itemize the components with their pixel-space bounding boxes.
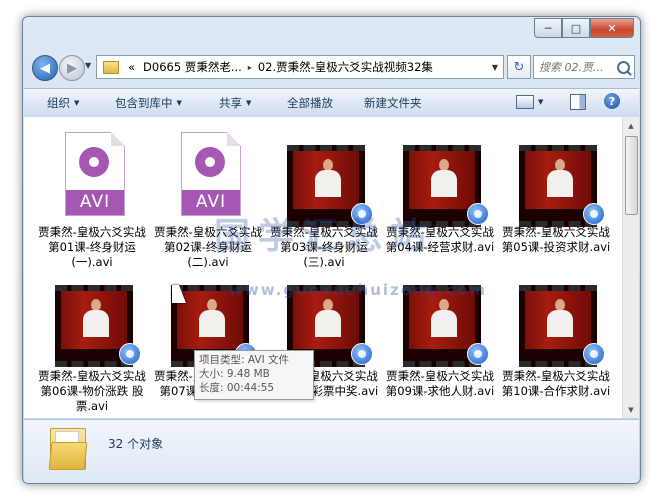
caption-buttons: ─ □ ✕ xyxy=(534,18,634,38)
media-player-icon xyxy=(467,343,489,365)
file-tooltip: 项目类型: AVI 文件 大小: 9.48 MB 长度: 00:44:55 xyxy=(194,350,314,400)
include-in-library-menu[interactable]: 包含到库中 ▼ xyxy=(115,95,182,111)
minimize-button[interactable]: ─ xyxy=(534,18,562,38)
tooltip-type: 项目类型: AVI 文件 xyxy=(199,354,290,366)
recent-pages-dropdown[interactable]: ▼ xyxy=(85,61,91,70)
file-item[interactable]: 贾秉然-皇极六爻实战第03课-终身财运(三).avi xyxy=(268,121,380,271)
file-name: 贾秉然-皇极六爻实战第10课-合作求财.avi xyxy=(501,369,611,398)
file-item[interactable]: 贾秉然-皇极六爻实战第10课-合作求财.avi xyxy=(500,267,612,417)
film-reel-icon xyxy=(79,147,109,177)
film-reel-icon xyxy=(195,147,225,177)
address-dropdown-icon[interactable]: ▼ xyxy=(492,63,498,72)
folder-icon xyxy=(103,60,119,74)
view-options-dropdown[interactable]: ▼ xyxy=(538,98,543,106)
media-player-icon xyxy=(351,343,373,365)
arrow-right-icon: ▶ xyxy=(67,60,77,76)
preview-pane-icon[interactable] xyxy=(570,94,586,110)
share-menu[interactable]: 共享 ▼ xyxy=(219,95,251,111)
refresh-button[interactable]: ↻ xyxy=(507,55,531,79)
back-button[interactable]: ◀ xyxy=(32,55,58,81)
search-icon[interactable] xyxy=(617,60,630,74)
vertical-scrollbar[interactable]: ▲ ▼ xyxy=(622,117,639,418)
new-folder-button[interactable]: 新建文件夹 xyxy=(364,95,422,111)
file-name: 贾秉然-皇极六爻实战第03课-终身财运(三).avi xyxy=(270,225,378,269)
media-player-icon xyxy=(351,203,373,225)
organize-menu[interactable]: 组织 ▼ xyxy=(47,95,79,111)
media-player-icon xyxy=(119,343,141,365)
play-all-button[interactable]: 全部播放 xyxy=(287,95,333,111)
details-pane: 32 个对象 xyxy=(24,419,639,483)
breadcrumb-current[interactable]: 02.贾秉然-皇极六爻实战视频32集 xyxy=(254,59,437,75)
scroll-thumb[interactable] xyxy=(625,136,638,215)
file-list[interactable]: AVI 贾秉然-皇极六爻实战第01课-终身财运(一).avi AVI 贾秉然-皇… xyxy=(24,117,639,418)
close-button[interactable]: ✕ xyxy=(590,18,634,38)
breadcrumb-overflow[interactable]: « xyxy=(124,60,139,74)
video-thumbnail xyxy=(403,127,489,227)
breadcrumb-parent[interactable]: D0665 贾秉然老... xyxy=(139,59,246,75)
file-item[interactable]: AVI 贾秉然-皇极六爻实战第02课-终身财运(二).avi xyxy=(152,121,264,271)
chevron-down-icon: ▼ xyxy=(176,99,182,107)
video-thumbnail xyxy=(519,273,605,369)
search-input[interactable] xyxy=(534,60,615,74)
file-name: 贾秉然-皇极六爻实战第02课-终身财运(二).avi xyxy=(154,225,262,269)
media-player-icon xyxy=(467,203,489,225)
avi-file-icon: AVI xyxy=(171,127,247,223)
scroll-down-button[interactable]: ▼ xyxy=(623,401,639,418)
forward-button[interactable]: ▶ xyxy=(59,55,85,81)
file-item[interactable]: 贾秉然-皇极六爻实战第06课-物价涨跌 股票.avi xyxy=(36,267,148,417)
command-bar: 组织 ▼ 包含到库中 ▼ 共享 ▼ 全部播放 新建文件夹 ▼ ? xyxy=(24,88,639,118)
chevron-down-icon: ▼ xyxy=(246,99,252,107)
file-name: 贾秉然-皇极六爻实战第01课-终身财运(一).avi xyxy=(38,225,146,269)
breadcrumb-separator-icon[interactable]: ▸ xyxy=(246,63,254,72)
help-button[interactable]: ? xyxy=(604,93,620,109)
item-count: 32 个对象 xyxy=(108,437,164,451)
file-item[interactable]: 贾秉然-皇极六爻实战第04课-经营求财.avi xyxy=(384,121,496,271)
media-player-icon xyxy=(583,343,605,365)
scroll-up-button[interactable]: ▲ xyxy=(623,117,639,134)
video-thumbnail xyxy=(55,273,141,369)
file-name: 贾秉然-皇极六爻实战第05课-投资求财.avi xyxy=(501,225,611,254)
tooltip-size: 大小: 9.48 MB xyxy=(199,368,270,380)
maximize-button[interactable]: □ xyxy=(562,18,590,38)
change-view-icon[interactable] xyxy=(516,95,534,109)
address-bar[interactable]: « D0665 贾秉然老... ▸ 02.贾秉然-皇极六爻实战视频32集 ▼ xyxy=(96,55,504,79)
mouse-cursor-icon xyxy=(172,285,186,303)
media-player-icon xyxy=(583,203,605,225)
tooltip-length: 长度: 00:44:55 xyxy=(199,382,275,394)
file-name: 贾秉然-皇极六爻实战第09课-求他人财.avi xyxy=(385,369,495,398)
explorer-window: ─ □ ✕ ◀ ▶ ▼ « D0665 贾秉然老... ▸ 02.贾秉然-皇极六… xyxy=(22,16,641,484)
folder-icon xyxy=(48,428,88,470)
chevron-down-icon: ▼ xyxy=(74,99,80,107)
avi-file-icon: AVI xyxy=(55,127,131,223)
video-thumbnail xyxy=(519,127,605,227)
navigation-bar: ◀ ▶ ▼ « D0665 贾秉然老... ▸ 02.贾秉然-皇极六爻实战视频3… xyxy=(29,51,635,83)
file-item[interactable]: 贾秉然-皇极六爻实战第05课-投资求财.avi xyxy=(500,121,612,271)
file-item[interactable]: AVI 贾秉然-皇极六爻实战第01课-终身财运(一).avi xyxy=(36,121,148,271)
file-item[interactable]: 贾秉然-皇极六爻实战第09课-求他人财.avi xyxy=(384,267,496,417)
search-box[interactable] xyxy=(533,55,635,79)
video-thumbnail xyxy=(287,127,373,227)
file-name: 贾秉然-皇极六爻实战第04课-经营求财.avi xyxy=(385,225,495,254)
file-name: 贾秉然-皇极六爻实战第06课-物价涨跌 股票.avi xyxy=(38,369,146,413)
refresh-icon: ↻ xyxy=(513,59,525,75)
arrow-left-icon: ◀ xyxy=(40,60,50,76)
video-thumbnail xyxy=(403,273,489,369)
